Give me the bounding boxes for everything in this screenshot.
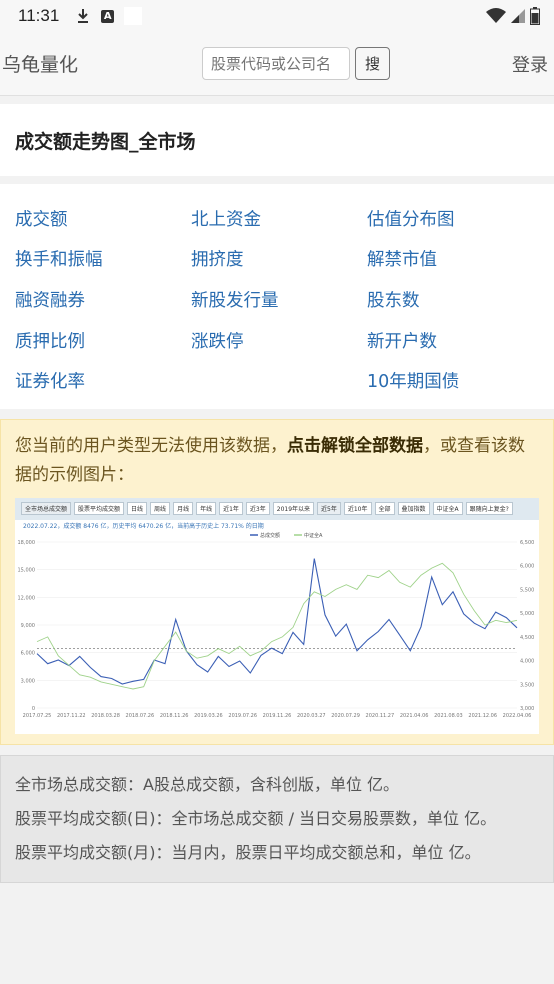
chart-x-tick-label: 2018.07.26	[126, 713, 155, 719]
chart-y-tick-label: 0	[32, 706, 35, 712]
related-links-grid: 成交额 北上资金 估值分布图 换手和振幅 拥挤度 解禁市值 融资融券 新股发行量…	[0, 184, 554, 409]
chart-btn-monthly: 月线	[173, 502, 194, 516]
link-unlock-value[interactable]: 解禁市值	[367, 239, 543, 280]
chart-y2-tick-label: 5,500	[520, 587, 534, 593]
chart-x-tick-label: 2019.11.26	[263, 713, 292, 719]
chart-follow-checkbox: 跟随向上复金?	[465, 502, 513, 516]
chart-x-tick-label: 2017.07.25	[23, 713, 52, 719]
chart-legend-label: 中证全A	[304, 532, 323, 539]
definition-daily-avg-turnover: 股票平均成交额(日)：全市场总成交额 / 当日交易股票数，单位 亿。	[15, 808, 497, 828]
search-button[interactable]: 搜	[355, 47, 390, 80]
chart-tab-avg-turnover: 股票平均成交额	[74, 502, 125, 516]
sample-chart-image: 全市场总成交额 股票平均成交额 日线 周线 月线 年线 近1年 近3年 2019…	[15, 497, 539, 734]
chart-x-tick-label: 2018.03.28	[91, 713, 120, 719]
chart-x-tick-label: 2017.11.22	[57, 713, 86, 719]
chart-y-tick-label: 18,000	[18, 540, 36, 546]
link-securitization-rate[interactable]: 证券化率	[15, 360, 191, 401]
chart-btn-10y: 近10年	[343, 502, 372, 516]
chart-overlay-select: 中证全A	[432, 502, 463, 516]
chart-y2-tick-label: 5,000	[520, 611, 534, 617]
chart-x-tick-label: 2019.03.26	[194, 713, 223, 719]
chart-x-tick-label: 2021.12.06	[468, 713, 497, 719]
chart-x-tick-label: 2021.08.03	[434, 713, 463, 719]
link-empty-slot	[191, 360, 367, 401]
chart-btn-1y: 近1年	[219, 502, 243, 516]
chart-y-tick-label: 6,000	[21, 651, 35, 657]
chart-btn-weekly: 周线	[150, 502, 171, 516]
chart-x-tick-label: 2020.03.27	[297, 713, 326, 719]
chart-overlay-label: 叠加指数	[397, 502, 430, 516]
download-icon	[75, 8, 91, 24]
link-northbound-funds[interactable]: 北上资金	[191, 198, 367, 239]
chart-y2-tick-label: 4,000	[520, 659, 534, 665]
chart-y2-tick-label: 4,500	[520, 635, 534, 641]
chart-series-line-2	[36, 562, 518, 690]
status-bar: 11:31 A	[0, 0, 554, 32]
chart-x-tick-label: 2021.04.06	[400, 713, 429, 719]
chart-toolbar: 全市场总成交额 股票平均成交额 日线 周线 月线 年线 近1年 近3年 2019…	[15, 497, 539, 520]
chart-y2-tick-label: 3,500	[520, 682, 534, 688]
title-card: 成交额走势图_全市场	[0, 104, 554, 176]
wifi-icon	[486, 8, 506, 23]
link-turnover-amplitude[interactable]: 换手和振幅	[15, 239, 191, 280]
chart-tab-total-turnover: 全市场总成交额	[21, 502, 72, 516]
login-link[interactable]: 登录	[512, 51, 548, 77]
turnover-line-chart: 0 3,000 6,000 9,000 12,000 15,000 18,000 3,000 3…	[18, 532, 535, 719]
locked-data-notice: 您当前的用户类型无法使用该数据，点击解锁全部数据，或查看该数据的示例图片： 全市…	[0, 418, 554, 745]
chart-x-tick-label: 2018.11.26	[160, 713, 189, 719]
status-time: 11:31	[18, 6, 60, 25]
brand-logo-text[interactable]: 乌龟量化	[0, 50, 200, 77]
search-form: 搜	[202, 47, 390, 80]
chart-x-tick-label: 2020.11.27	[366, 713, 395, 719]
link-valuation-distribution[interactable]: 估值分布图	[367, 198, 543, 239]
chart-y-tick-label: 12,000	[18, 595, 36, 601]
link-10y-treasury[interactable]: 10年期国债	[367, 360, 543, 401]
chart-btn-since-2019: 2019年以来	[272, 502, 315, 516]
chart-x-tick-label: 2019.07.26	[228, 713, 257, 719]
chart-y-tick-label: 9,000	[21, 623, 35, 629]
chart-btn-daily: 日线	[127, 502, 148, 516]
chart-y2-tick-label: 6,000	[520, 564, 534, 570]
link-shareholders[interactable]: 股东数	[367, 279, 543, 320]
chart-btn-3y: 近3年	[245, 502, 270, 516]
navbar: 乌龟量化 搜 登录	[0, 32, 554, 96]
definition-total-turnover: 全市场总成交额：A股总成交额，含科创版，单位 亿。	[15, 774, 400, 794]
chart-series-line-1	[36, 558, 518, 685]
a-icon: A	[101, 9, 115, 23]
link-pledge-ratio[interactable]: 质押比例	[15, 320, 191, 361]
page-title: 成交额走势图_全市场	[15, 130, 196, 153]
chart-btn-all: 全部	[374, 502, 395, 516]
chart-y2-tick-label: 3,000	[520, 706, 534, 712]
battery-icon	[530, 7, 540, 25]
link-crowding[interactable]: 拥挤度	[191, 239, 367, 280]
blank-notification-icon	[124, 7, 143, 25]
chart-btn-5y: 近5年	[317, 502, 341, 516]
chart-y2-tick-label: 6,500	[520, 540, 534, 546]
search-input[interactable]	[202, 47, 350, 80]
chart-y-tick-label: 3,000	[21, 678, 35, 684]
link-turnover[interactable]: 成交额	[15, 198, 191, 239]
link-new-accounts[interactable]: 新开户数	[367, 320, 543, 361]
definitions-box: 全市场总成交额：A股总成交额，含科创版，单位 亿。 股票平均成交额(日)：全市场…	[0, 754, 554, 883]
chart-legend-label: 总成交额	[260, 532, 280, 539]
link-margin-trading[interactable]: 融资融券	[15, 279, 191, 320]
chart-x-tick-label: 2020.07.29	[331, 713, 360, 719]
definition-monthly-avg-turnover: 股票平均成交额(月)：当月内，股票日平均成交额总和，单位 亿。	[15, 842, 481, 862]
link-limit-up-down[interactable]: 涨跌停	[191, 320, 367, 361]
unlock-all-data-link[interactable]: 点击解锁全部数据	[287, 436, 423, 456]
chart-btn-yearly: 年线	[196, 502, 217, 516]
notice-text-before: 您当前的用户类型无法使用该数据，	[15, 435, 287, 456]
chart-y-tick-label: 15,000	[18, 568, 36, 574]
chart-x-tick-label: 2022.04.06	[503, 713, 532, 719]
signal-icon	[511, 9, 525, 23]
notice-text: 您当前的用户类型无法使用该数据，点击解锁全部数据，或查看该数据的示例图片：	[15, 432, 539, 490]
link-ipo-volume[interactable]: 新股发行量	[191, 279, 367, 320]
